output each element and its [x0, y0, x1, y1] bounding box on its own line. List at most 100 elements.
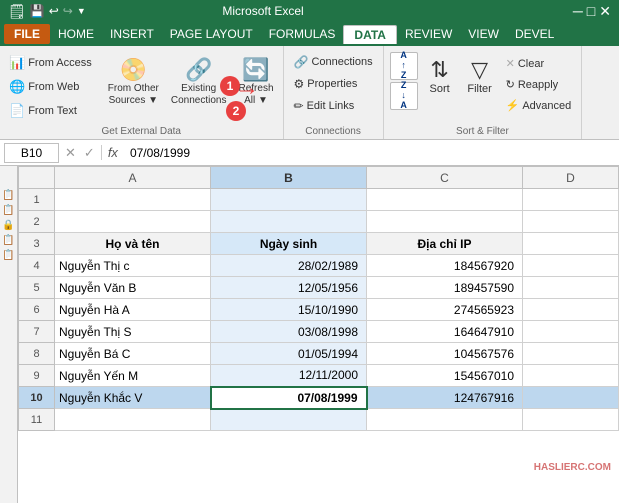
table-row: 6 Nguyễn Hà A 15/10/1990 274565923 — [19, 299, 619, 321]
cell-a8[interactable]: Nguyễn Bá C — [55, 343, 211, 365]
from-web-button[interactable]: 🌐 From Web — [4, 76, 97, 98]
cell-d6[interactable] — [523, 299, 619, 321]
from-text-button[interactable]: 📄 From Text — [4, 100, 97, 122]
strip-icon-4[interactable]: 📋 — [2, 235, 14, 246]
properties-icon: ⚙ — [294, 77, 305, 91]
strip-icon-3[interactable]: 🔒 — [2, 220, 14, 231]
cell-b11[interactable] — [211, 409, 367, 431]
sort-icon: ⇅ — [430, 57, 448, 83]
cell-a5[interactable]: Nguyễn Văn B — [55, 277, 211, 299]
review-menu[interactable]: REVIEW — [397, 25, 460, 43]
cell-d10[interactable] — [523, 387, 619, 409]
cell-d5[interactable] — [523, 277, 619, 299]
cell-c6[interactable]: 274565923 — [367, 299, 523, 321]
cell-c8[interactable]: 104567576 — [367, 343, 523, 365]
properties-label: Properties — [307, 78, 357, 90]
app-title: Microsoft Excel — [222, 4, 303, 18]
cell-b10[interactable]: 07/08/1999 — [211, 387, 367, 409]
connections-group-label: Connections — [284, 126, 383, 137]
cell-reference-input[interactable] — [4, 143, 59, 163]
strip-icon-1[interactable]: 📋 — [2, 190, 14, 201]
cell-a3[interactable]: Họ và tên — [55, 233, 211, 255]
cell-c7[interactable]: 164647910 — [367, 321, 523, 343]
data-menu[interactable]: DATA — [343, 25, 397, 44]
cell-c10[interactable]: 124767916 — [367, 387, 523, 409]
cell-a1[interactable] — [55, 189, 211, 211]
reapply-button[interactable]: ↻ Reapply — [502, 75, 576, 94]
cell-b1[interactable] — [211, 189, 367, 211]
strip-icon-2[interactable]: 📋 — [2, 205, 14, 216]
maximize-btn[interactable]: □ — [587, 3, 595, 20]
from-other-sources-label: From OtherSources ▼ — [108, 83, 159, 107]
properties-button[interactable]: ⚙ Properties — [290, 74, 377, 94]
cell-d3[interactable] — [523, 233, 619, 255]
from-other-sources-button[interactable]: 📀 From OtherSources ▼ — [103, 52, 164, 112]
cell-d9[interactable] — [523, 365, 619, 387]
cell-d11[interactable] — [523, 409, 619, 431]
qa-dropdown-icon[interactable]: ▼ — [77, 6, 86, 16]
save-icon[interactable]: 💾 — [30, 4, 45, 18]
cell-c3[interactable]: Địa chỉ IP — [367, 233, 523, 255]
filter-button[interactable]: ▽ Filter — [462, 52, 498, 100]
advanced-button[interactable]: ⚡ Advanced — [502, 96, 576, 115]
table-row: 11 — [19, 409, 619, 431]
cell-a9[interactable]: Nguyễn Yến M — [55, 365, 211, 387]
cell-b9[interactable]: 12/11/2000 — [211, 365, 367, 387]
clear-button[interactable]: ✕ Clear — [502, 54, 576, 73]
edit-links-button[interactable]: ✏ Edit Links — [290, 96, 377, 116]
cell-c1[interactable] — [367, 189, 523, 211]
sort-button[interactable]: ⇅ Sort — [422, 52, 458, 100]
cell-a4[interactable]: Nguyễn Thị c — [55, 255, 211, 277]
sort-label: Sort — [430, 83, 450, 95]
cell-b5[interactable]: 12/05/1956 — [211, 277, 367, 299]
cell-c9[interactable]: 154567010 — [367, 365, 523, 387]
cell-d4[interactable] — [523, 255, 619, 277]
sort-za-button[interactable]: Z↓A — [390, 82, 418, 110]
close-btn[interactable]: ✕ — [599, 3, 611, 20]
col-header-d[interactable]: D — [523, 167, 619, 189]
page-layout-menu[interactable]: PAGE LAYOUT — [162, 25, 261, 43]
col-header-b[interactable]: B — [211, 167, 367, 189]
minimize-btn[interactable]: ─ — [573, 3, 583, 20]
cell-b2[interactable] — [211, 211, 367, 233]
view-menu[interactable]: VIEW — [460, 25, 507, 43]
col-header-a[interactable]: A — [55, 167, 211, 189]
insert-menu[interactable]: INSERT — [102, 25, 162, 43]
cell-a10[interactable]: Nguyễn Khắc V — [55, 387, 211, 409]
connections-button[interactable]: 🔗 Connections — [290, 52, 377, 72]
redo-icon[interactable]: ↪ — [63, 4, 73, 18]
formula-input[interactable] — [126, 144, 615, 162]
cell-d7[interactable] — [523, 321, 619, 343]
cell-b7[interactable]: 03/08/1998 — [211, 321, 367, 343]
cell-d2[interactable] — [523, 211, 619, 233]
from-web-icon: 🌐 — [9, 79, 25, 95]
filter-icon: ▽ — [471, 57, 488, 83]
cell-a7[interactable]: Nguyễn Thị S — [55, 321, 211, 343]
reapply-label: Reapply — [518, 79, 558, 91]
developer-menu[interactable]: DEVEL — [507, 25, 562, 43]
cell-b6[interactable]: 15/10/1990 — [211, 299, 367, 321]
sort-az-button[interactable]: A↑Z — [390, 52, 418, 80]
from-access-button[interactable]: 📊 From Access — [4, 52, 97, 74]
table-row: 1 — [19, 189, 619, 211]
formulas-menu[interactable]: FORMULAS — [261, 25, 344, 43]
cell-a11[interactable] — [55, 409, 211, 431]
cell-c4[interactable]: 184567920 — [367, 255, 523, 277]
cell-d1[interactable] — [523, 189, 619, 211]
table-row: 2 — [19, 211, 619, 233]
undo-icon[interactable]: ↩ — [49, 4, 59, 18]
row-num-2: 2 — [19, 211, 55, 233]
cell-b3[interactable]: Ngày sinh — [211, 233, 367, 255]
cell-c2[interactable] — [367, 211, 523, 233]
cell-b4[interactable]: 28/02/1989 — [211, 255, 367, 277]
cell-c11[interactable] — [367, 409, 523, 431]
cell-b8[interactable]: 01/05/1994 — [211, 343, 367, 365]
cell-d8[interactable] — [523, 343, 619, 365]
file-menu[interactable]: FILE — [4, 24, 50, 44]
strip-icon-5[interactable]: 📋 — [2, 250, 14, 261]
home-menu[interactable]: HOME — [50, 25, 102, 43]
cell-a6[interactable]: Nguyễn Hà A — [55, 299, 211, 321]
cell-c5[interactable]: 189457590 — [367, 277, 523, 299]
col-header-c[interactable]: C — [367, 167, 523, 189]
cell-a2[interactable] — [55, 211, 211, 233]
